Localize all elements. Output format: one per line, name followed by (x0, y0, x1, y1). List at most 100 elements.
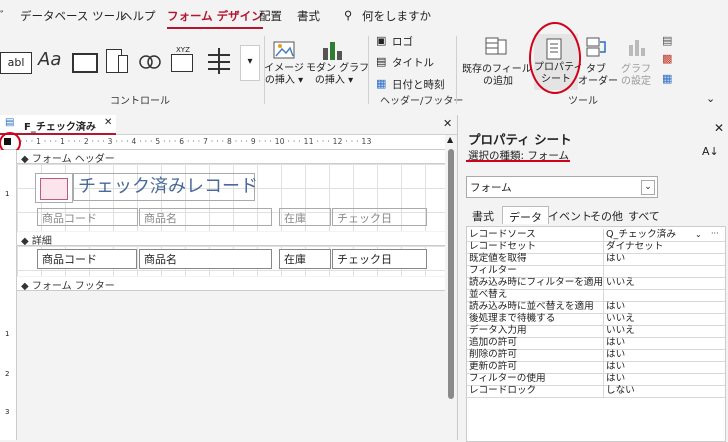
form-footer-band[interactable]: ◆ フォーム フッター (17, 277, 445, 292)
document-tab-bar: ▤ F_チェック済み ✕ ✕ (0, 115, 457, 135)
detail-band[interactable]: ◆ 詳細 (17, 232, 445, 247)
search-icon[interactable]: ⚲ (344, 8, 352, 22)
field-product-code[interactable]: 商品コード (37, 249, 137, 269)
dropdown-chevron-icon[interactable]: ⌄ (641, 180, 655, 195)
property-row[interactable]: レコードソース Q_チェック済み ⌄ ··· (467, 229, 725, 242)
property-sheet-close-icon[interactable]: ✕ (714, 121, 724, 135)
hyperlink-control-icon[interactable] (138, 50, 162, 74)
vertical-ruler-mark: 2 (5, 370, 10, 378)
property-row[interactable]: 読み込み時にフィルターを適用 いいえ (467, 277, 725, 290)
field-product-name[interactable]: 商品名 (139, 249, 272, 269)
detail-section[interactable]: 商品コード 商品名 在庫 チェック日 (17, 246, 445, 276)
property-row[interactable]: 読み込み時に並べ替えを適用 はい (467, 301, 725, 314)
property-row[interactable]: データ入力用 いいえ (467, 325, 725, 338)
add-existing-fields-button[interactable]: 既存のフィールド の追加 (462, 64, 542, 88)
add-fields-icon[interactable] (484, 36, 508, 58)
form-logo-icon (40, 178, 68, 200)
form-design-pane: ▤ F_チェック済み ✕ ✕ · · · 1 · · · 1 · · · 2 ·… (0, 115, 458, 440)
header-footer-group-label: ヘッダー/フッター (380, 96, 464, 107)
chart-icon[interactable] (320, 38, 344, 62)
controls-group-label: コントロール (110, 96, 170, 107)
ruler-marks: · · · 1 · · · 1 · · · 2 · · · 3 · · · 4 … (20, 137, 372, 146)
property-tabs: 書式 データ イベント その他 すべて (466, 206, 716, 224)
scroll-thumb[interactable] (448, 149, 454, 399)
menu-bar: ﾞ データベース ツール ヘルプ フォーム デザイン 配置 書式 ⚲ 何をします… (0, 0, 728, 30)
menu-overflow-caret[interactable]: ﾞ (0, 8, 6, 24)
menu-help[interactable]: ヘルプ (121, 8, 156, 24)
tab-order-icon[interactable] (585, 36, 607, 58)
form-header-band[interactable]: ◆ フォーム ヘッダー (17, 150, 445, 165)
property-row[interactable]: 追加の許可 はい (467, 337, 725, 350)
field-check-date[interactable]: チェック日 (332, 249, 427, 269)
menu-format[interactable]: 書式 (297, 8, 320, 24)
builder-ellipsis-button[interactable]: ··· (711, 228, 719, 239)
menu-database-tools[interactable]: データベース ツール (20, 8, 127, 24)
property-sheet-pane: プロパティ シート ✕ 選択の種類: フォーム A↓ フォーム ⌄ 書式 データ… (458, 115, 728, 442)
tab-format[interactable]: 書式 (466, 206, 500, 224)
navigation-control-icon[interactable] (206, 48, 232, 74)
ribbon: abl Aa XYZ ▾ コントロール イメージ の挿入 ▾ モダン グラフ の… (0, 22, 728, 116)
calendar-icon[interactable]: ▦ (376, 77, 386, 90)
property-row[interactable]: フィルターの使用 はい (467, 373, 725, 386)
controls-gallery-more-icon[interactable]: ▾ (240, 45, 260, 81)
macro-icon[interactable]: ▩ (662, 52, 672, 65)
web-browser-control-icon[interactable]: XYZ (168, 46, 198, 74)
property-row[interactable]: 既定値を取得 はい (467, 253, 725, 266)
vertical-ruler-mark: 1 (5, 190, 10, 198)
textbox-control-icon[interactable]: abl (0, 52, 32, 74)
label-control-icon[interactable]: Aa (38, 49, 61, 70)
property-row[interactable]: レコードセット ダイナセット (467, 241, 725, 254)
button-control-icon[interactable] (72, 53, 98, 73)
property-row[interactable]: レコードロック しない (467, 385, 725, 398)
chart-settings-button: グラフ の設定 (621, 64, 651, 87)
view-code-icon[interactable]: ▤ (662, 34, 672, 47)
insert-image-button[interactable]: イメージ の挿入 ▾ (262, 63, 306, 87)
menu-form-design[interactable]: フォーム デザイン (167, 8, 263, 29)
collapse-ribbon-icon[interactable]: ⌄ (706, 92, 715, 105)
logo-placeholder[interactable] (35, 173, 73, 203)
form-header-section[interactable]: チェック済みレコード 商品コード 商品名 在庫 チェック日 (17, 164, 445, 231)
form-icon: ▤ (5, 117, 15, 128)
document-tab[interactable]: ▤ F_チェック済み ✕ (0, 115, 116, 135)
property-sheet-title: プロパティ シート (468, 132, 572, 147)
header-label-stock[interactable]: 在庫 (279, 208, 331, 226)
image-icon[interactable] (272, 40, 296, 60)
logo-icon[interactable]: ▣ (376, 34, 386, 47)
sort-icon[interactable]: A↓ (702, 145, 719, 158)
property-row[interactable]: 並べ替え (467, 289, 725, 302)
tell-me-search[interactable]: 何をしますか (362, 8, 431, 24)
vertical-ruler-mark: 3 (5, 408, 10, 416)
title-icon[interactable]: ▤ (376, 55, 386, 68)
insert-modern-chart-button[interactable]: モダン グラフ の挿入 ▾ (306, 63, 369, 87)
property-grid: レコードソース Q_チェック済み ⌄ ··· レコードセット ダイナセット 既定値を取得… (466, 226, 726, 442)
tab-all[interactable]: すべて (622, 206, 666, 224)
detail-band-label: ◆ 詳細 (21, 236, 52, 247)
field-stock[interactable]: 在庫 (279, 249, 331, 269)
scroll-up-icon[interactable]: ▲ (447, 135, 453, 144)
annotation-underline-selection-type (466, 160, 570, 162)
property-row[interactable]: 削除の許可 はい (467, 349, 725, 362)
datetime-button[interactable]: 日付と時刻 (392, 77, 445, 92)
tab-order-button[interactable]: タブ オーダー (578, 64, 618, 88)
annotation-circle-property-sheet (529, 22, 581, 94)
menu-arrange[interactable]: 配置 (259, 8, 282, 24)
logo-button[interactable]: ロゴ (392, 34, 413, 49)
tab-control-icon[interactable] (106, 49, 128, 73)
header-label-product-name[interactable]: 商品名 (139, 208, 272, 226)
document-close-icon[interactable]: ✕ (443, 117, 452, 130)
record-source-dropdown-icon[interactable]: ⌄ (695, 229, 702, 240)
document-tab-title: F_チェック済み (24, 122, 96, 133)
chart-settings-icon (626, 36, 648, 58)
subform-icon[interactable]: ▦ (662, 72, 672, 85)
object-selector-dropdown[interactable]: フォーム ⌄ (466, 176, 658, 198)
form-footer-band-label: ◆ フォーム フッター (21, 281, 115, 292)
property-row[interactable]: 後処理まで待機する いいえ (467, 313, 725, 326)
header-label-check-date[interactable]: チェック日 (332, 208, 427, 226)
form-title-label[interactable]: チェック済みレコード (73, 173, 258, 201)
header-label-product-code[interactable]: 商品コード (37, 208, 138, 226)
title-button[interactable]: タイトル (392, 55, 434, 70)
vertical-scrollbar[interactable]: ▲ (445, 135, 457, 440)
tab-close-icon[interactable]: ✕ (104, 117, 112, 128)
property-row[interactable]: 更新の許可 はい (467, 361, 725, 374)
property-row[interactable]: フィルター (467, 265, 725, 278)
